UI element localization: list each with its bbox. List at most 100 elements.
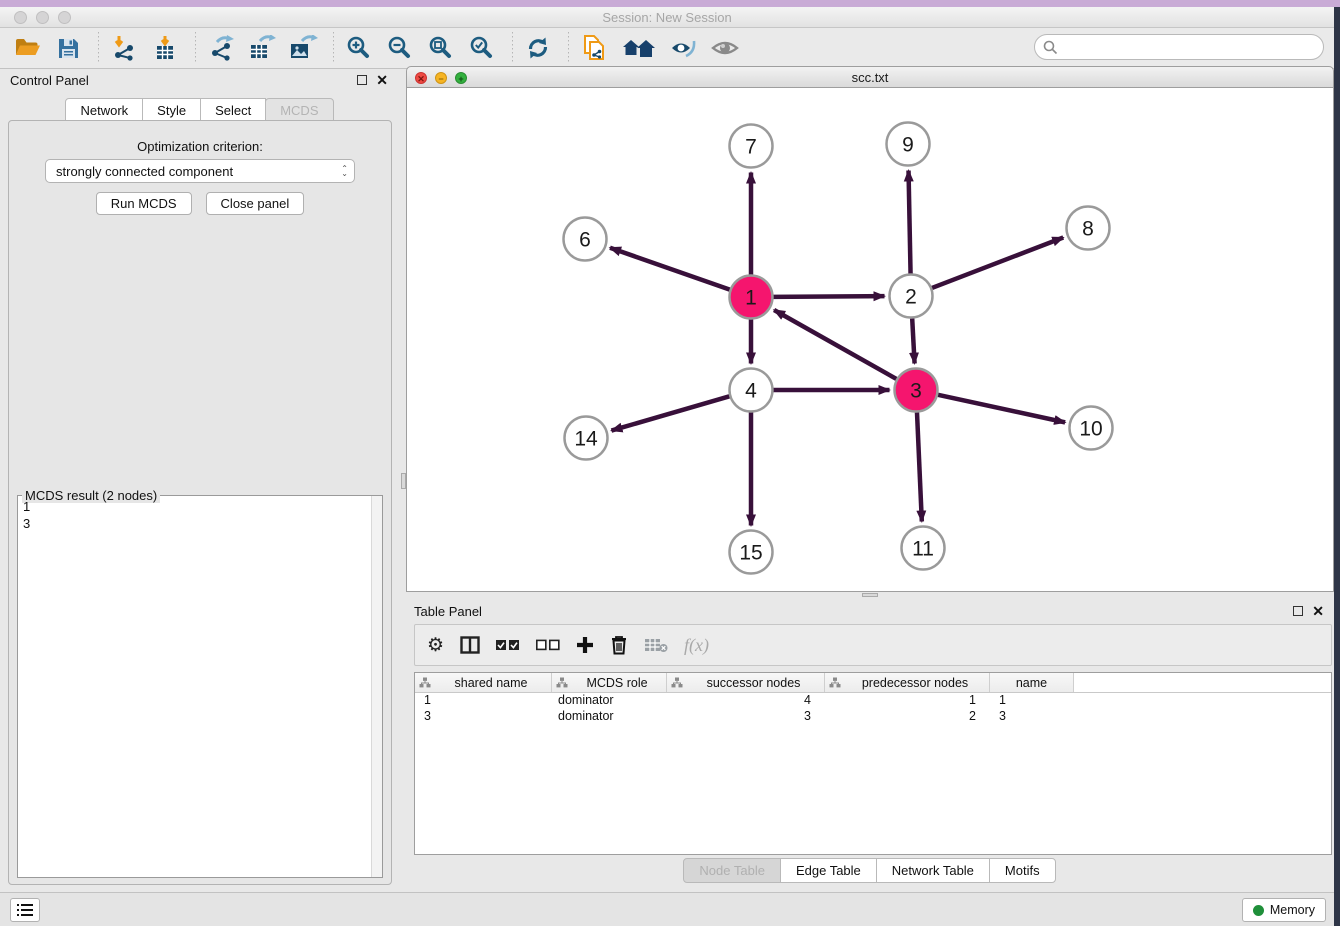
toolbar-separator [512, 32, 513, 64]
deselect-all-icon[interactable] [536, 632, 560, 658]
table-settings-gear-icon[interactable]: ⚙ [427, 632, 444, 658]
zoom-fit-icon[interactable] [426, 33, 456, 63]
zoom-in-icon[interactable] [344, 33, 374, 63]
table-panel-title: Table Panel [414, 604, 482, 619]
close-panel-button[interactable]: Close panel [206, 192, 305, 215]
search-input[interactable] [1058, 37, 1323, 57]
cell-shared-name[interactable]: 3 [415, 709, 552, 725]
import-network-icon[interactable] [109, 33, 139, 63]
column-header-mcds-role[interactable]: MCDS role [552, 673, 667, 692]
status-bar: Memory [0, 892, 1334, 926]
criterion-select[interactable]: strongly connected component ⌃⌄ [45, 159, 355, 183]
home-icon[interactable] [620, 33, 658, 63]
tab-node-table[interactable]: Node Table [683, 858, 781, 883]
cell-successor-nodes[interactable]: 3 [667, 709, 825, 725]
delete-table-icon [644, 632, 668, 658]
graph-node-label-2: 2 [905, 285, 917, 308]
column-header-shared-name[interactable]: shared name [415, 673, 552, 692]
graph-node-label-14: 14 [574, 427, 598, 450]
node-table: shared name MCDS role successor nodes pr… [414, 672, 1332, 855]
clone-network-icon[interactable] [579, 33, 609, 63]
export-table-icon[interactable] [247, 33, 277, 63]
network-canvas[interactable]: 7968124314101511 [406, 88, 1334, 592]
delete-column-trash-icon[interactable] [610, 632, 628, 658]
table-panel: Table Panel ✕ ⚙ [406, 598, 1334, 885]
graph-node-label-1: 1 [745, 286, 757, 309]
column-type-icon [419, 677, 431, 688]
table-panel-tabs: Node Table Edge Table Network Table Moti… [406, 858, 1334, 883]
column-header-successor-nodes[interactable]: successor nodes [667, 673, 825, 692]
export-network-icon[interactable] [206, 33, 236, 63]
toolbar-separator [98, 32, 99, 64]
mcds-result-scrollbar[interactable] [371, 496, 382, 877]
save-session-icon[interactable] [53, 33, 83, 63]
cell-name[interactable]: 1 [990, 693, 1074, 709]
select-all-icon[interactable] [496, 632, 520, 658]
export-image-icon[interactable] [288, 33, 318, 63]
column-header-name[interactable]: name [990, 673, 1074, 692]
show-panel-eye-icon[interactable] [710, 33, 740, 63]
select-stepper-icon: ⌃⌄ [341, 166, 348, 176]
graph-node-label-11: 11 [912, 537, 934, 560]
horizontal-splitter-grip[interactable] [862, 593, 878, 597]
search-field[interactable] [1034, 34, 1324, 60]
graph-edge-2-8[interactable] [932, 238, 1063, 288]
open-session-icon[interactable] [12, 33, 42, 63]
hide-panel-eye-icon[interactable] [669, 33, 699, 63]
window-titlebar: Session: New Session [0, 7, 1334, 28]
cell-mcds-role[interactable]: dominator [552, 693, 667, 709]
graph-edge-4-14[interactable] [611, 396, 729, 430]
tab-network-table[interactable]: Network Table [876, 858, 990, 883]
cell-predecessor-nodes[interactable]: 2 [825, 709, 990, 725]
graph-edge-3-10[interactable] [938, 395, 1065, 423]
app-window: Session: New Session [0, 7, 1334, 926]
zoom-out-icon[interactable] [385, 33, 415, 63]
table-row[interactable]: 1 dominator 4 1 1 [415, 693, 1331, 709]
tab-edge-table[interactable]: Edge Table [780, 858, 877, 883]
mcds-tab-content: Optimization criterion: strongly connect… [8, 120, 392, 885]
cell-name[interactable]: 3 [990, 709, 1074, 725]
network-graph[interactable]: 7968124314101511 [407, 88, 1333, 591]
graph-edge-2-9[interactable] [909, 170, 911, 273]
run-mcds-button[interactable]: Run MCDS [96, 192, 192, 215]
graph-node-label-9: 9 [902, 133, 914, 156]
column-type-icon [829, 677, 841, 688]
mcds-result-text[interactable]: 1 3 [18, 496, 371, 877]
graph-edge-3-1[interactable] [774, 310, 896, 379]
close-panel-icon[interactable]: ✕ [376, 75, 388, 85]
graph-node-label-10: 10 [1079, 417, 1102, 440]
column-header-predecessor-nodes[interactable]: predecessor nodes [825, 673, 990, 692]
graph-edge-2-3[interactable] [912, 318, 914, 363]
table-row[interactable]: 3 dominator 3 2 3 [415, 709, 1331, 725]
desktop-edge [0, 0, 1340, 7]
apply-layout-icon[interactable] [523, 33, 553, 63]
memory-label: Memory [1270, 903, 1315, 917]
cell-predecessor-nodes[interactable]: 1 [825, 693, 990, 709]
table-toolbar: ⚙ [414, 624, 1332, 666]
graph-edge-3-11[interactable] [917, 412, 922, 521]
float-panel-icon[interactable] [357, 75, 367, 85]
task-history-button[interactable] [10, 898, 40, 922]
node-table-header: shared name MCDS role successor nodes pr… [415, 673, 1331, 693]
control-panel-header: Control Panel ✕ [0, 69, 400, 93]
add-column-icon[interactable] [576, 632, 594, 658]
cell-shared-name[interactable]: 1 [415, 693, 552, 709]
control-panel-title: Control Panel [10, 73, 89, 88]
memory-button[interactable]: Memory [1242, 898, 1326, 922]
tab-motifs[interactable]: Motifs [989, 858, 1056, 883]
cell-mcds-role[interactable]: dominator [552, 709, 667, 725]
show-columns-icon[interactable] [460, 632, 480, 658]
control-panel: Control Panel ✕ Network Style Select MCD… [0, 69, 400, 885]
graph-edge-1-2[interactable] [773, 296, 884, 297]
close-table-panel-icon[interactable]: ✕ [1312, 606, 1324, 616]
float-table-panel-icon[interactable] [1293, 606, 1303, 616]
toolbar-separator [195, 32, 196, 64]
toolbar-separator [568, 32, 569, 64]
memory-status-icon [1253, 905, 1264, 916]
cell-successor-nodes[interactable]: 4 [667, 693, 825, 709]
zoom-selected-icon[interactable] [467, 33, 497, 63]
graph-edge-1-6[interactable] [610, 248, 730, 290]
import-table-icon[interactable] [150, 33, 180, 63]
search-icon [1043, 40, 1058, 55]
graph-node-label-7: 7 [745, 135, 757, 158]
